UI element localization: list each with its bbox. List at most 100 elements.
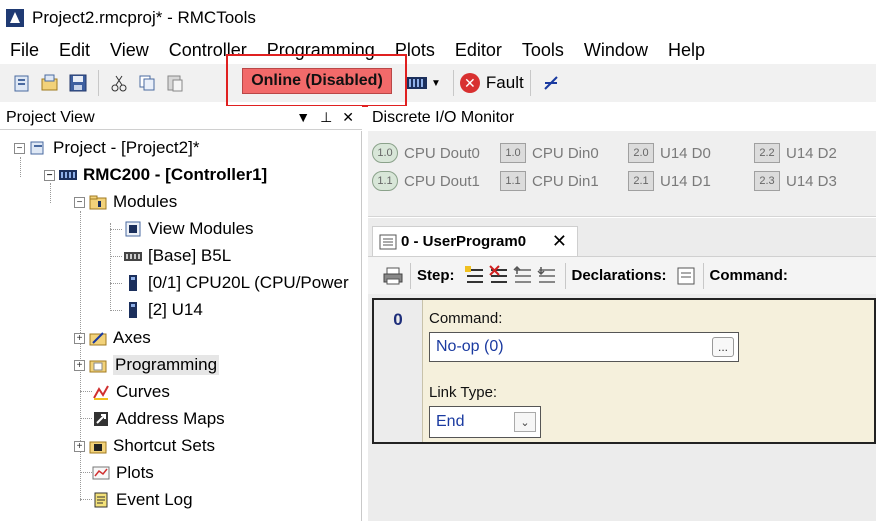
project-view-header: Project View ▼ ⊥ ✕ [0, 106, 362, 130]
declarations-icon[interactable] [675, 266, 697, 286]
io-cpu-din0[interactable]: 1.0 CPU Din0 [500, 143, 599, 163]
cut-icon[interactable] [105, 69, 133, 97]
paste-icon[interactable] [161, 69, 189, 97]
step-label: Step: [417, 267, 455, 284]
move-step-down-icon[interactable] [535, 265, 559, 287]
io-cpu-dout0[interactable]: 1.0 CPU Dout0 [372, 143, 480, 163]
command-value: No-op (0) [436, 338, 504, 355]
expand-icon[interactable]: + [74, 359, 85, 371]
copy-icon[interactable] [133, 69, 161, 97]
controller-icon [59, 170, 77, 180]
tree-item-view-modules[interactable]: View Modules [124, 216, 254, 242]
toolbar-separator [410, 262, 411, 289]
tree-item-cpu[interactable]: [0/1] CPU20L (CPU/Power [124, 270, 349, 296]
axis-tool-icon[interactable] [537, 69, 565, 97]
move-step-up-icon[interactable] [511, 265, 535, 287]
program-step-0[interactable]: 0 Command: No-op (0) ... Link Type: End … [372, 298, 876, 444]
io-indicator: 1.0 [372, 143, 398, 163]
tree-item-event-log[interactable]: Event Log [92, 487, 193, 513]
collapse-icon[interactable]: − [14, 142, 25, 154]
tab-userprogram0[interactable]: 0 - UserProgram0 ✕ [372, 226, 578, 256]
menu-view[interactable]: View [100, 36, 159, 64]
tree-connector [110, 310, 122, 311]
controller-icon[interactable] [403, 69, 431, 97]
io-u14-d1[interactable]: 2.1 U14 D1 [628, 171, 711, 191]
tree-connector [110, 256, 122, 257]
controller-dropdown-icon[interactable]: ▼ [431, 78, 441, 89]
new-project-icon[interactable] [8, 69, 36, 97]
tree-label: Curves [116, 382, 170, 401]
tree-item-curves[interactable]: Curves [92, 379, 170, 405]
view-modules-icon [125, 221, 141, 237]
expand-icon[interactable]: + [74, 332, 85, 344]
collapse-icon[interactable]: − [74, 196, 85, 208]
menu-window[interactable]: Window [574, 36, 658, 64]
io-u14-d3[interactable]: 2.3 U14 D3 [754, 171, 837, 191]
tree-item-u14[interactable]: [2] U14 [124, 297, 203, 323]
step-number: 0 [374, 300, 422, 442]
menu-editor[interactable]: Editor [445, 36, 512, 64]
tree-connector [80, 499, 92, 500]
programming-icon [89, 360, 107, 373]
tab-close-icon[interactable]: ✕ [552, 231, 567, 252]
tree-item-base[interactable]: [Base] B5L [124, 243, 231, 269]
io-u14-d0[interactable]: 2.0 U14 D0 [628, 143, 711, 163]
save-icon[interactable] [64, 69, 92, 97]
title-bar: Project2.rmcproj* - RMCTools [0, 0, 876, 36]
expand-icon[interactable]: + [74, 440, 85, 452]
tree-connector [80, 418, 92, 419]
menu-file[interactable]: File [0, 36, 49, 64]
tree-item-axes[interactable]: + Axes [74, 325, 151, 351]
tree-item-address-maps[interactable]: Address Maps [92, 406, 225, 432]
menu-tools[interactable]: Tools [512, 36, 574, 64]
tree-label: Programming [113, 355, 220, 375]
online-highlight-frame: Online (Disabled) [226, 54, 407, 107]
main-toolbar: ▼ ✕ Fault [0, 64, 876, 102]
io-cpu-din1[interactable]: 1.1 CPU Din1 [500, 171, 599, 191]
io-label: U14 D3 [786, 172, 837, 190]
close-icon[interactable]: ✕ [342, 109, 354, 126]
toolbar-separator [564, 262, 566, 289]
cpu-module-icon [129, 275, 137, 291]
link-type-select[interactable]: End ⌄ [429, 406, 541, 438]
tree-label: View Modules [148, 219, 254, 238]
io-cpu-dout1[interactable]: 1.1 CPU Dout1 [372, 171, 480, 191]
io-indicator: 2.0 [628, 143, 654, 163]
io-label: CPU Dout1 [404, 172, 480, 190]
toolbar-separator [452, 70, 454, 96]
tree-item-programming[interactable]: + Programming [74, 352, 220, 378]
io-module-icon [129, 302, 137, 318]
tree-item-plots[interactable]: Plots [92, 460, 154, 486]
tree-connector [110, 223, 111, 311]
pin-icon[interactable]: ⊥ [320, 109, 332, 126]
io-u14-d2[interactable]: 2.2 U14 D2 [754, 143, 837, 163]
command-field[interactable]: No-op (0) ... [429, 332, 739, 362]
tree-label: Shortcut Sets [113, 436, 216, 455]
curves-icon [93, 385, 109, 400]
tree-item-shortcut-sets[interactable]: + Shortcut Sets [74, 433, 215, 459]
tree-item-modules[interactable]: − Modules [74, 189, 177, 215]
chevron-down-icon[interactable]: ⌄ [514, 412, 536, 432]
online-button[interactable]: Online (Disabled) [242, 68, 392, 94]
menu-help[interactable]: Help [658, 36, 715, 64]
fault-button[interactable]: ✕ Fault [459, 73, 524, 93]
print-icon[interactable] [382, 266, 404, 286]
command-browse-button[interactable]: ... [712, 337, 734, 357]
insert-step-icon[interactable] [463, 265, 487, 287]
dropdown-arrow-icon[interactable]: ▼ [296, 109, 310, 126]
tree-connector [110, 283, 122, 284]
open-project-icon[interactable] [36, 69, 64, 97]
project-view-controls[interactable]: ▼ ⊥ ✕ [296, 109, 354, 126]
delete-step-icon[interactable] [487, 264, 511, 287]
tree-item-controller[interactable]: − RMC200 - [Controller1] [44, 162, 267, 188]
tree-connector [110, 229, 122, 230]
fault-label: Fault [485, 73, 524, 92]
collapse-icon[interactable]: − [44, 169, 55, 181]
project-view-title: Project View [6, 108, 95, 126]
program-icon [379, 234, 397, 249]
tree-item-project[interactable]: − Project - [Project2]* [14, 135, 199, 161]
io-label: CPU Din1 [532, 172, 599, 190]
tree-label: [2] U14 [148, 300, 203, 319]
tab-label: 0 - UserProgram0 [401, 233, 527, 250]
menu-edit[interactable]: Edit [49, 36, 100, 64]
